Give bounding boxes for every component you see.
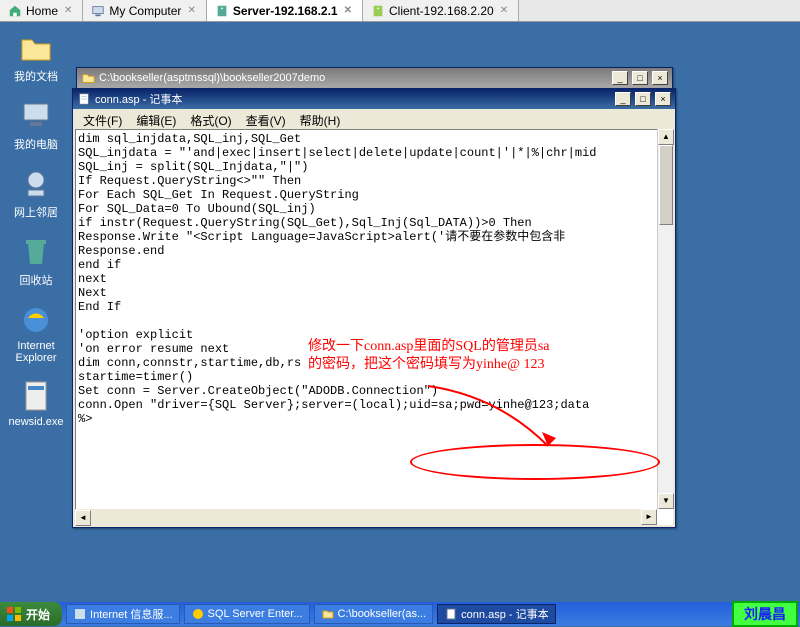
tab-home[interactable]: Home ✕	[0, 0, 83, 21]
notepad-window[interactable]: conn.asp - 记事本 _ □ × 文件(F) 编辑(E) 格式(O) 查…	[72, 88, 676, 528]
folder-icon	[18, 30, 54, 66]
close-button[interactable]: ×	[655, 92, 671, 106]
notepad-icon	[444, 607, 458, 621]
tabs-bar: Home ✕ My Computer ✕ Server-192.168.2.1 …	[0, 0, 800, 22]
scroll-track[interactable]	[658, 145, 673, 493]
scroll-right-button[interactable]: ►	[641, 509, 657, 525]
icon-label: 我的文档	[14, 68, 58, 84]
text-area[interactable]: dim sql_injdata,SQL_inj,SQL_Get SQL_injd…	[75, 129, 673, 525]
recycle-icon	[18, 234, 54, 270]
client-icon	[371, 4, 385, 18]
taskbar-label: conn.asp - 记事本	[461, 606, 548, 622]
taskbar-button-explorer[interactable]: C:\bookseller(as...	[314, 604, 434, 624]
desktop-icon-newsid[interactable]: newsid.exe	[4, 378, 68, 428]
menu-view[interactable]: 查看(V)	[240, 111, 292, 130]
taskbar: 开始 Internet 信息服... SQL Server Enter... C…	[0, 602, 800, 626]
minimize-button[interactable]: _	[612, 71, 628, 85]
close-icon[interactable]: ✕	[62, 5, 74, 16]
computer-icon	[91, 4, 105, 18]
taskbar-label: Internet 信息服...	[90, 606, 173, 622]
network-icon	[18, 166, 54, 202]
close-icon[interactable]: ✕	[498, 5, 510, 16]
computer-icon	[18, 98, 54, 134]
minimize-button[interactable]: _	[615, 92, 631, 106]
scrollbar-vertical[interactable]: ▲ ▼	[657, 129, 673, 509]
icon-label: Internet Explorer	[4, 340, 68, 364]
titlebar[interactable]: C:\bookseller(asptmssql)\bookseller2007d…	[77, 68, 672, 88]
close-button[interactable]: ×	[652, 71, 668, 85]
maximize-button[interactable]: □	[635, 92, 651, 106]
icon-label: 我的电脑	[14, 136, 58, 152]
folder-icon	[81, 71, 95, 85]
taskbar-button-sql[interactable]: SQL Server Enter...	[184, 604, 310, 624]
menu-help[interactable]: 帮助(H)	[294, 111, 347, 130]
close-icon[interactable]: ✕	[342, 5, 354, 16]
start-label: 开始	[26, 606, 50, 623]
folder-icon	[321, 607, 335, 621]
app-icon	[191, 607, 205, 621]
server-icon	[215, 4, 229, 18]
desktop-icon-computer[interactable]: 我的电脑	[4, 98, 68, 152]
scroll-left-button[interactable]: ◄	[75, 510, 91, 526]
titlebar[interactable]: conn.asp - 记事本 _ □ ×	[73, 89, 675, 109]
watermark: 刘晨昌	[732, 601, 798, 627]
desktop-icon-network[interactable]: 网上邻居	[4, 166, 68, 220]
menu-file[interactable]: 文件(F)	[77, 111, 128, 130]
desktop-icon-recyclebin[interactable]: 回收站	[4, 234, 68, 288]
scroll-down-button[interactable]: ▼	[658, 493, 674, 509]
tab-label: Server-192.168.2.1	[233, 4, 338, 18]
desktop[interactable]: 我的文档 我的电脑 网上邻居 回收站 Internet Explorer new…	[0, 22, 800, 602]
icon-label: 网上邻居	[14, 204, 58, 220]
desktop-icon-ie[interactable]: Internet Explorer	[4, 302, 68, 364]
scroll-thumb[interactable]	[659, 145, 673, 225]
taskbar-button-notepad[interactable]: conn.asp - 记事本	[437, 604, 555, 624]
tab-client[interactable]: Client-192.168.2.20 ✕	[363, 0, 519, 21]
menu-edit[interactable]: 编辑(E)	[130, 111, 182, 130]
icon-label: newsid.exe	[8, 416, 63, 428]
window-title: conn.asp - 记事本	[95, 91, 182, 107]
taskbar-label: C:\bookseller(as...	[338, 608, 427, 620]
window-title: C:\bookseller(asptmssql)\bookseller2007d…	[99, 72, 325, 84]
taskbar-label: SQL Server Enter...	[208, 608, 303, 620]
notepad-icon	[77, 92, 91, 106]
text-content[interactable]: dim sql_injdata,SQL_inj,SQL_Get SQL_injd…	[76, 130, 656, 524]
desktop-icons: 我的文档 我的电脑 网上邻居 回收站 Internet Explorer new…	[4, 30, 68, 428]
menu-format[interactable]: 格式(O)	[184, 111, 237, 130]
tab-label: Home	[26, 4, 58, 18]
windows-logo-icon	[6, 606, 22, 622]
ie-icon	[18, 302, 54, 338]
tab-mycomputer[interactable]: My Computer ✕	[83, 0, 206, 21]
tab-server[interactable]: Server-192.168.2.1 ✕	[207, 0, 363, 21]
close-icon[interactable]: ✕	[185, 5, 197, 16]
tab-label: Client-192.168.2.20	[389, 4, 494, 18]
scrollbar-horizontal[interactable]: ◄ ►	[75, 509, 657, 525]
start-button[interactable]: 开始	[0, 602, 62, 626]
exe-icon	[18, 378, 54, 414]
tab-label: My Computer	[109, 4, 181, 18]
desktop-icon-documents[interactable]: 我的文档	[4, 30, 68, 84]
icon-label: 回收站	[20, 272, 53, 288]
taskbar-button-iis[interactable]: Internet 信息服...	[66, 604, 180, 624]
scroll-up-button[interactable]: ▲	[658, 129, 674, 145]
home-icon	[8, 4, 22, 18]
app-icon	[73, 607, 87, 621]
maximize-button[interactable]: □	[632, 71, 648, 85]
